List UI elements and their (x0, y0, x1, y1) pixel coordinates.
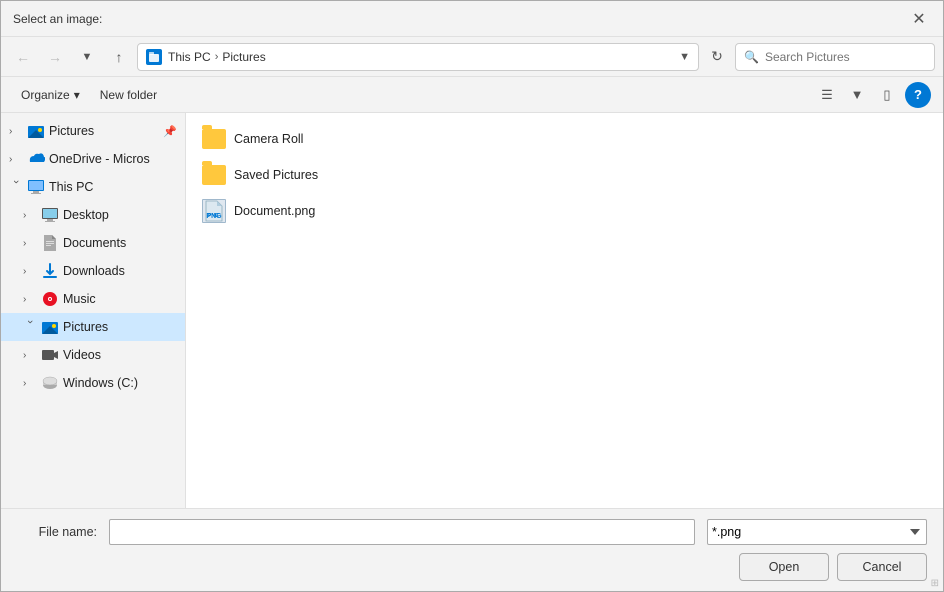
sidebar-item-downloads[interactable]: › Downloads (1, 257, 185, 285)
dialog-title: Select an image: (13, 12, 102, 26)
organize-button[interactable]: Organize ▾ (13, 82, 88, 108)
sidebar-label-onedrive: OneDrive - Micros (49, 152, 150, 166)
sidebar-label-pictures-pin: Pictures (49, 124, 94, 138)
sidebar-item-music[interactable]: › Music (1, 285, 185, 313)
list-view-button[interactable]: ☰ (813, 82, 841, 108)
file-item-document-png[interactable]: PNG Document.png (194, 193, 935, 229)
recent-locations-button[interactable]: ▼ (73, 43, 101, 71)
back-button[interactable]: ← (9, 43, 37, 71)
open-button[interactable]: Open (739, 553, 829, 581)
pictures-pin-icon (27, 122, 45, 140)
new-folder-button[interactable]: New folder (92, 82, 165, 108)
forward-button[interactable]: → (41, 43, 69, 71)
address-bar-icon (146, 49, 162, 65)
pictures-thispc-icon (41, 318, 59, 336)
sidebar-item-pictures-pin[interactable]: › Pictures 📌 (1, 117, 185, 145)
navigation-bar: ← → ▼ ↑ This PC › Pictures ▼ ↻ 🔍 (1, 37, 943, 77)
resize-handle[interactable]: ⊞ (931, 578, 939, 589)
view-dropdown-button[interactable]: ▼ (843, 82, 871, 108)
address-part-pictures: Pictures (222, 50, 265, 64)
close-button[interactable]: ✕ (907, 7, 931, 31)
up-button[interactable]: ↑ (105, 43, 133, 71)
png-file-icon: PNG (202, 199, 226, 223)
sidebar-chevron-desktop: › (23, 210, 37, 221)
file-name-camera-roll: Camera Roll (234, 132, 303, 146)
address-bar[interactable]: This PC › Pictures ▼ (137, 43, 699, 71)
sidebar-item-thispc[interactable]: › This PC (1, 173, 185, 201)
sidebar-label-windows: Windows (C:) (63, 376, 138, 390)
file-list: Camera Roll Saved Pictures PNG Document.… (186, 113, 943, 508)
file-name-document-png: Document.png (234, 204, 315, 218)
sidebar-chevron-onedrive: › (9, 154, 23, 165)
sidebar-label-desktop: Desktop (63, 208, 109, 222)
sidebar-item-desktop[interactable]: › Desktop (1, 201, 185, 229)
view-buttons: ☰ ▼ ▯ (813, 82, 901, 108)
sidebar-chevron-music: › (23, 294, 37, 305)
folder-icon-camera-roll (202, 129, 226, 149)
sidebar-chevron-windows: › (23, 378, 37, 389)
sidebar-chevron-thispc: › (10, 180, 22, 194)
videos-icon (41, 346, 59, 364)
new-folder-label: New folder (100, 88, 157, 102)
sidebar-item-documents[interactable]: › Documents (1, 229, 185, 257)
sidebar-label-music: Music (63, 292, 96, 306)
sidebar-chevron-pictures-pin: › (9, 126, 23, 137)
desktop-icon (41, 206, 59, 224)
onedrive-icon (27, 150, 45, 168)
sidebar-label-thispc: This PC (49, 180, 93, 194)
filetype-select[interactable]: *.png *.jpg *.bmp *.gif All files (707, 519, 927, 545)
sidebar-chevron-downloads: › (23, 266, 37, 277)
sidebar-label-videos: Videos (63, 348, 101, 362)
address-bar-path: This PC › Pictures (168, 50, 669, 64)
sidebar-chevron-videos: › (23, 350, 37, 361)
sidebar-item-windows[interactable]: › Windows (C:) (1, 369, 185, 397)
pane-view-icon: ▯ (883, 87, 890, 103)
thispc-icon (27, 178, 45, 196)
filename-input[interactable] (109, 519, 695, 545)
refresh-button[interactable]: ↻ (703, 43, 731, 71)
organize-chevron: ▾ (74, 88, 80, 102)
sidebar: › Pictures 📌 › (1, 113, 186, 508)
sidebar-label-pictures-thispc: Pictures (63, 320, 108, 334)
bottom-bar: File name: *.png *.jpg *.bmp *.gif All f… (1, 508, 943, 591)
sidebar-label-documents: Documents (63, 236, 126, 250)
toolbar: Organize ▾ New folder ☰ ▼ ▯ ? (1, 77, 943, 113)
action-row: Open Cancel (17, 553, 927, 581)
address-part-thispc: This PC (168, 50, 211, 64)
file-item-saved-pictures[interactable]: Saved Pictures (194, 157, 935, 193)
windows-drive-icon (41, 374, 59, 392)
folder-icon-saved-pictures (202, 165, 226, 185)
music-icon (41, 290, 59, 308)
pin-icon: 📌 (163, 125, 177, 138)
sidebar-chevron-pictures-thispc: › (24, 320, 36, 334)
address-chevron-1: › (215, 51, 219, 63)
file-item-camera-roll[interactable]: Camera Roll (194, 121, 935, 157)
file-dialog: Select an image: ✕ ← → ▼ ↑ This PC › Pic… (0, 0, 944, 592)
filename-row: File name: *.png *.jpg *.bmp *.gif All f… (17, 519, 927, 545)
sidebar-item-onedrive[interactable]: › OneDrive - Micros (1, 145, 185, 173)
help-button[interactable]: ? (905, 82, 931, 108)
svg-text:PNG: PNG (208, 213, 219, 219)
documents-icon (41, 234, 59, 252)
pane-view-button[interactable]: ▯ (873, 82, 901, 108)
main-content: › Pictures 📌 › (1, 113, 943, 508)
search-bar[interactable]: 🔍 (735, 43, 935, 71)
downloads-icon (41, 262, 59, 280)
sidebar-item-videos[interactable]: › Videos (1, 341, 185, 369)
title-bar: Select an image: ✕ (1, 1, 943, 37)
list-view-icon: ☰ (821, 87, 833, 103)
organize-label: Organize (21, 88, 70, 102)
sidebar-chevron-documents: › (23, 238, 37, 249)
search-icon: 🔍 (744, 50, 759, 64)
filename-label: File name: (17, 525, 97, 539)
search-input[interactable] (765, 50, 926, 64)
sidebar-item-pictures-thispc[interactable]: › Pictures (1, 313, 185, 341)
sidebar-label-downloads: Downloads (63, 264, 125, 278)
view-dropdown-icon: ▼ (851, 87, 864, 102)
file-name-saved-pictures: Saved Pictures (234, 168, 318, 182)
address-dropdown-icon[interactable]: ▼ (679, 51, 690, 63)
cancel-button[interactable]: Cancel (837, 553, 927, 581)
